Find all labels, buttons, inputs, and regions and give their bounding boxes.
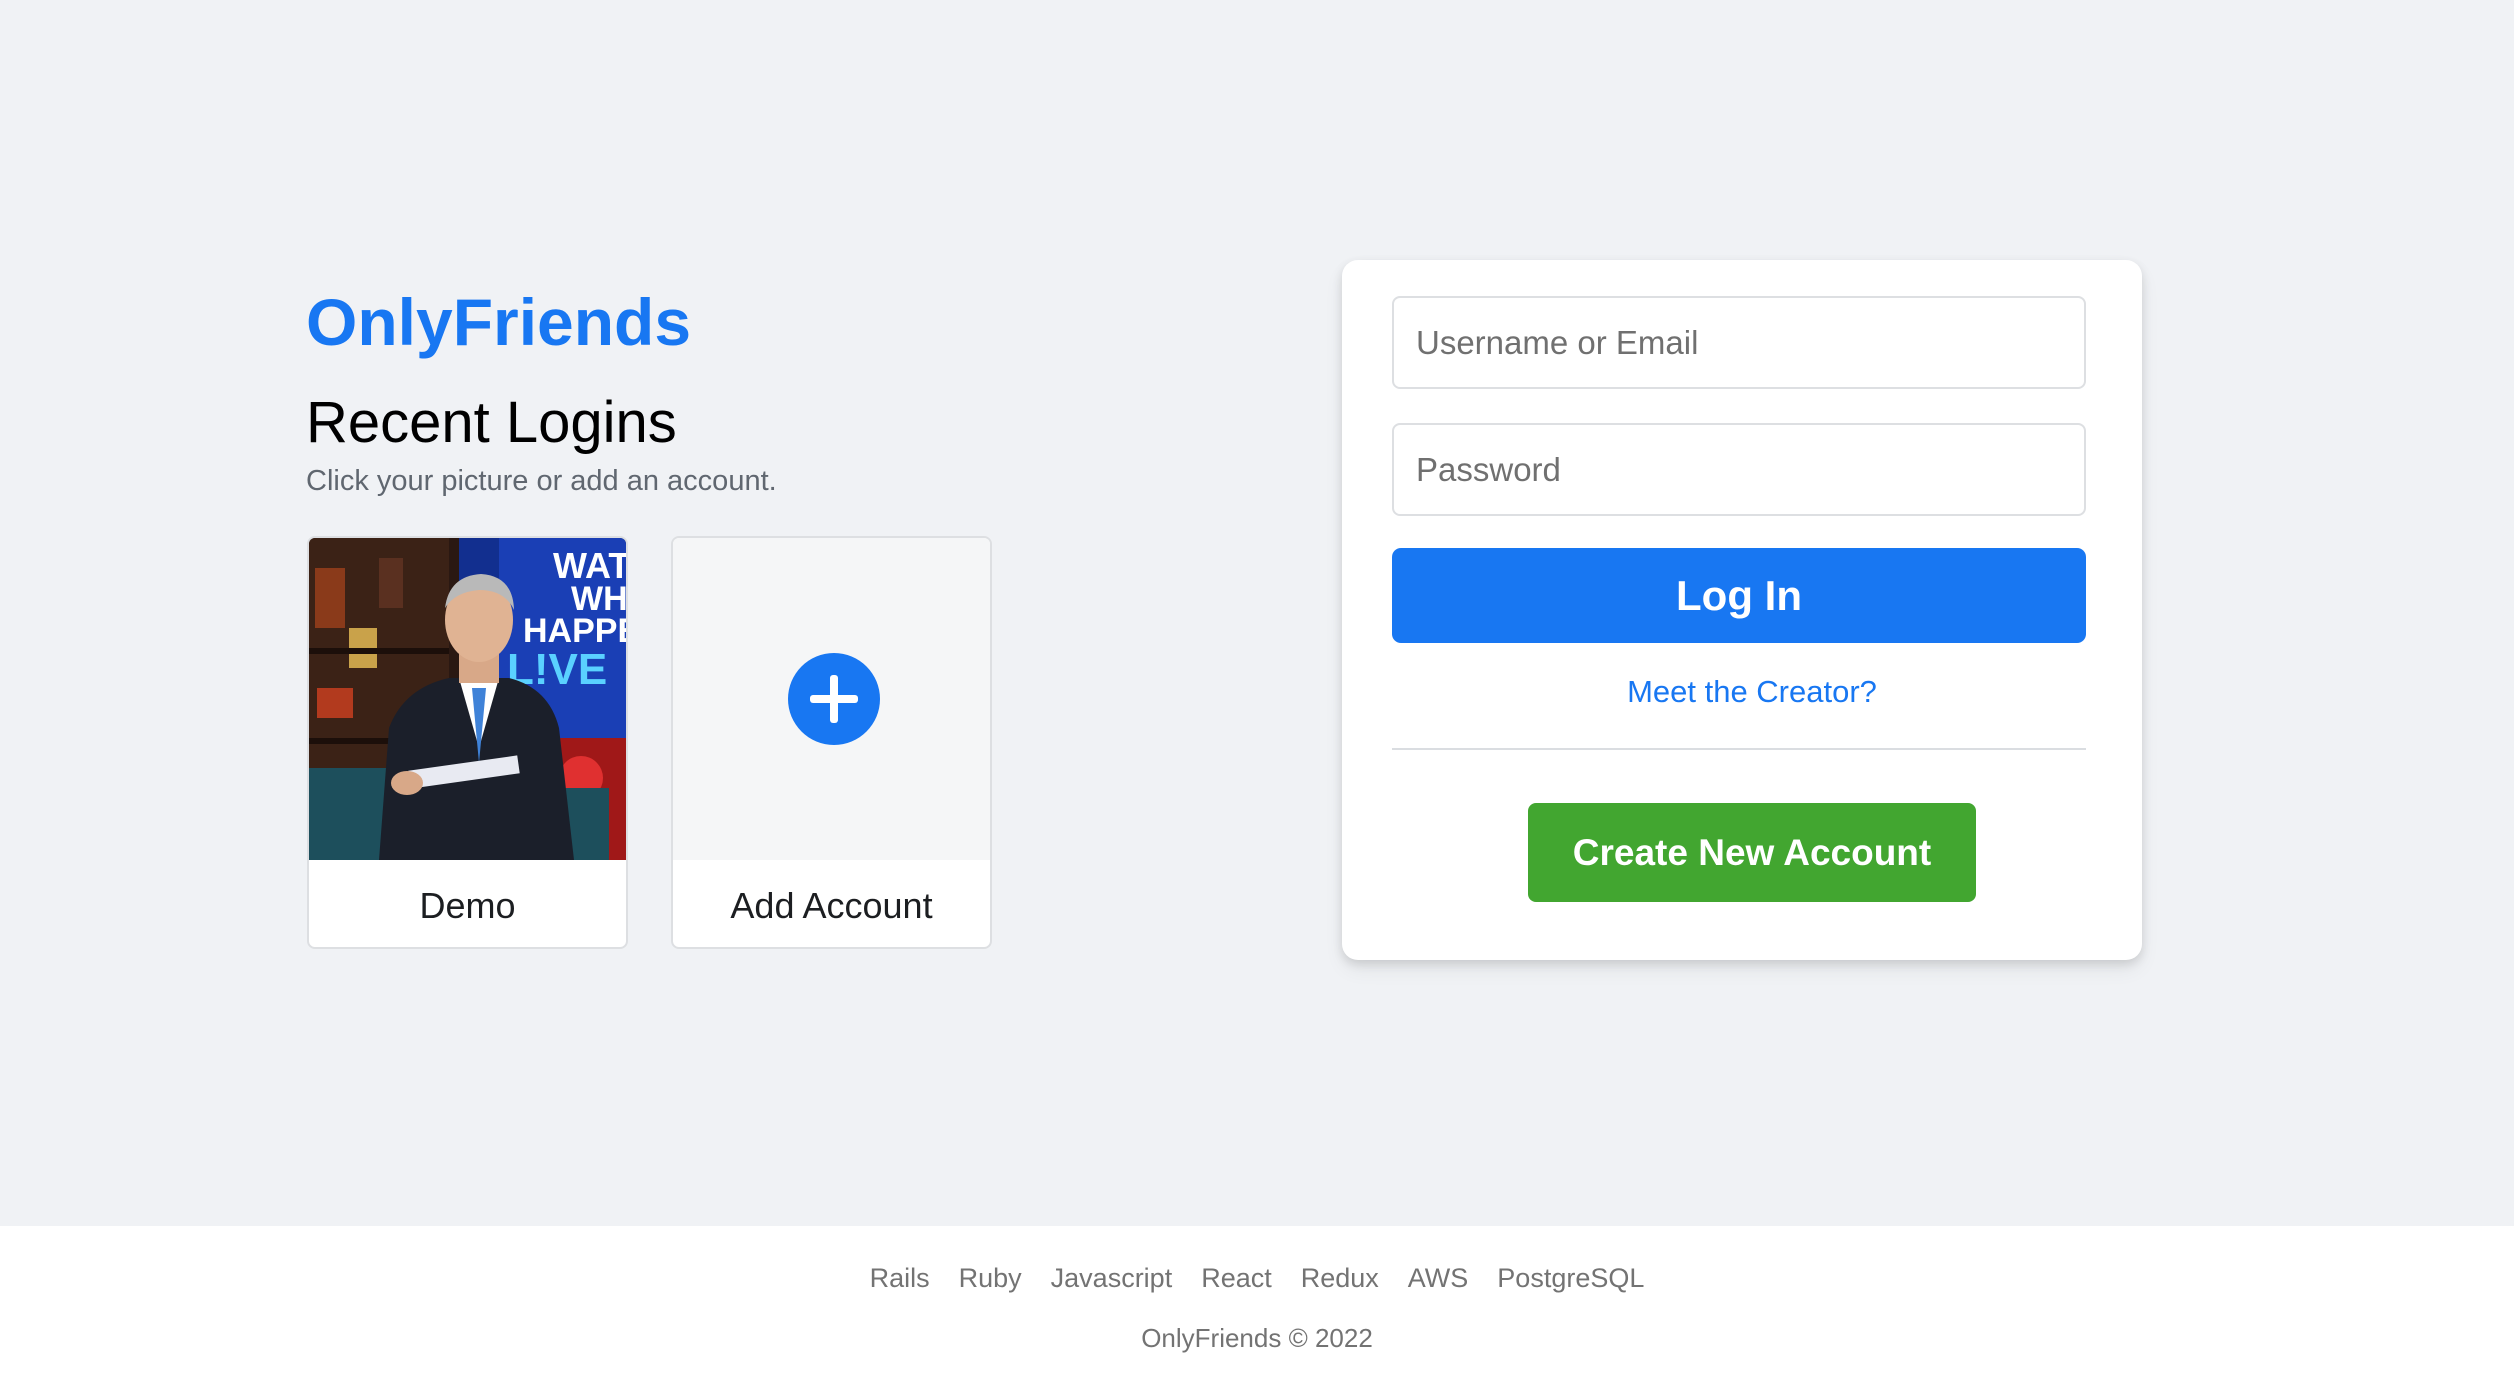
recent-logins-subtitle: Click your picture or add an account. xyxy=(306,465,777,497)
footer-link-ruby[interactable]: Ruby xyxy=(959,1258,1022,1298)
add-account-card[interactable]: Add Account xyxy=(671,536,992,949)
log-in-button[interactable]: Log In xyxy=(1392,548,2086,643)
footer-link-redux[interactable]: Redux xyxy=(1301,1258,1379,1298)
create-new-account-button[interactable]: Create New Account xyxy=(1528,803,1976,902)
brand-logo: OnlyFriends xyxy=(306,285,692,359)
footer-tech-links: Rails Ruby Javascript React Redux AWS Po… xyxy=(0,1258,2514,1298)
login-form-card: Log In Meet the Creator? Create New Acco… xyxy=(1342,260,2142,960)
meet-the-creator-link[interactable]: Meet the Creator? xyxy=(1392,672,2112,712)
footer-link-react[interactable]: React xyxy=(1201,1258,1272,1298)
footer-link-postgresql[interactable]: PostgreSQL xyxy=(1497,1258,1644,1298)
recent-logins-title: Recent Logins xyxy=(306,390,677,455)
recent-login-name: Demo xyxy=(419,884,516,926)
plus-circle-icon xyxy=(788,653,880,745)
add-account-label: Add Account xyxy=(730,884,933,926)
demo-profile-photo[interactable]: WAT WH HAPPE L!VE xyxy=(309,538,626,860)
divider xyxy=(1392,748,2086,750)
footer-link-aws[interactable]: AWS xyxy=(1408,1258,1469,1298)
add-account-image-area[interactable] xyxy=(673,538,990,860)
footer-link-rails[interactable]: Rails xyxy=(870,1258,930,1298)
footer-link-javascript[interactable]: Javascript xyxy=(1051,1258,1173,1298)
password-input[interactable] xyxy=(1392,423,2086,516)
footer-copyright: OnlyFriends © 2022 xyxy=(1141,1323,1373,1353)
footer: Rails Ruby Javascript React Redux AWS Po… xyxy=(0,1226,2514,1384)
username-email-input[interactable] xyxy=(1392,296,2086,389)
recent-login-card-demo[interactable]: WAT WH HAPPE L!VE Demo xyxy=(307,536,628,949)
